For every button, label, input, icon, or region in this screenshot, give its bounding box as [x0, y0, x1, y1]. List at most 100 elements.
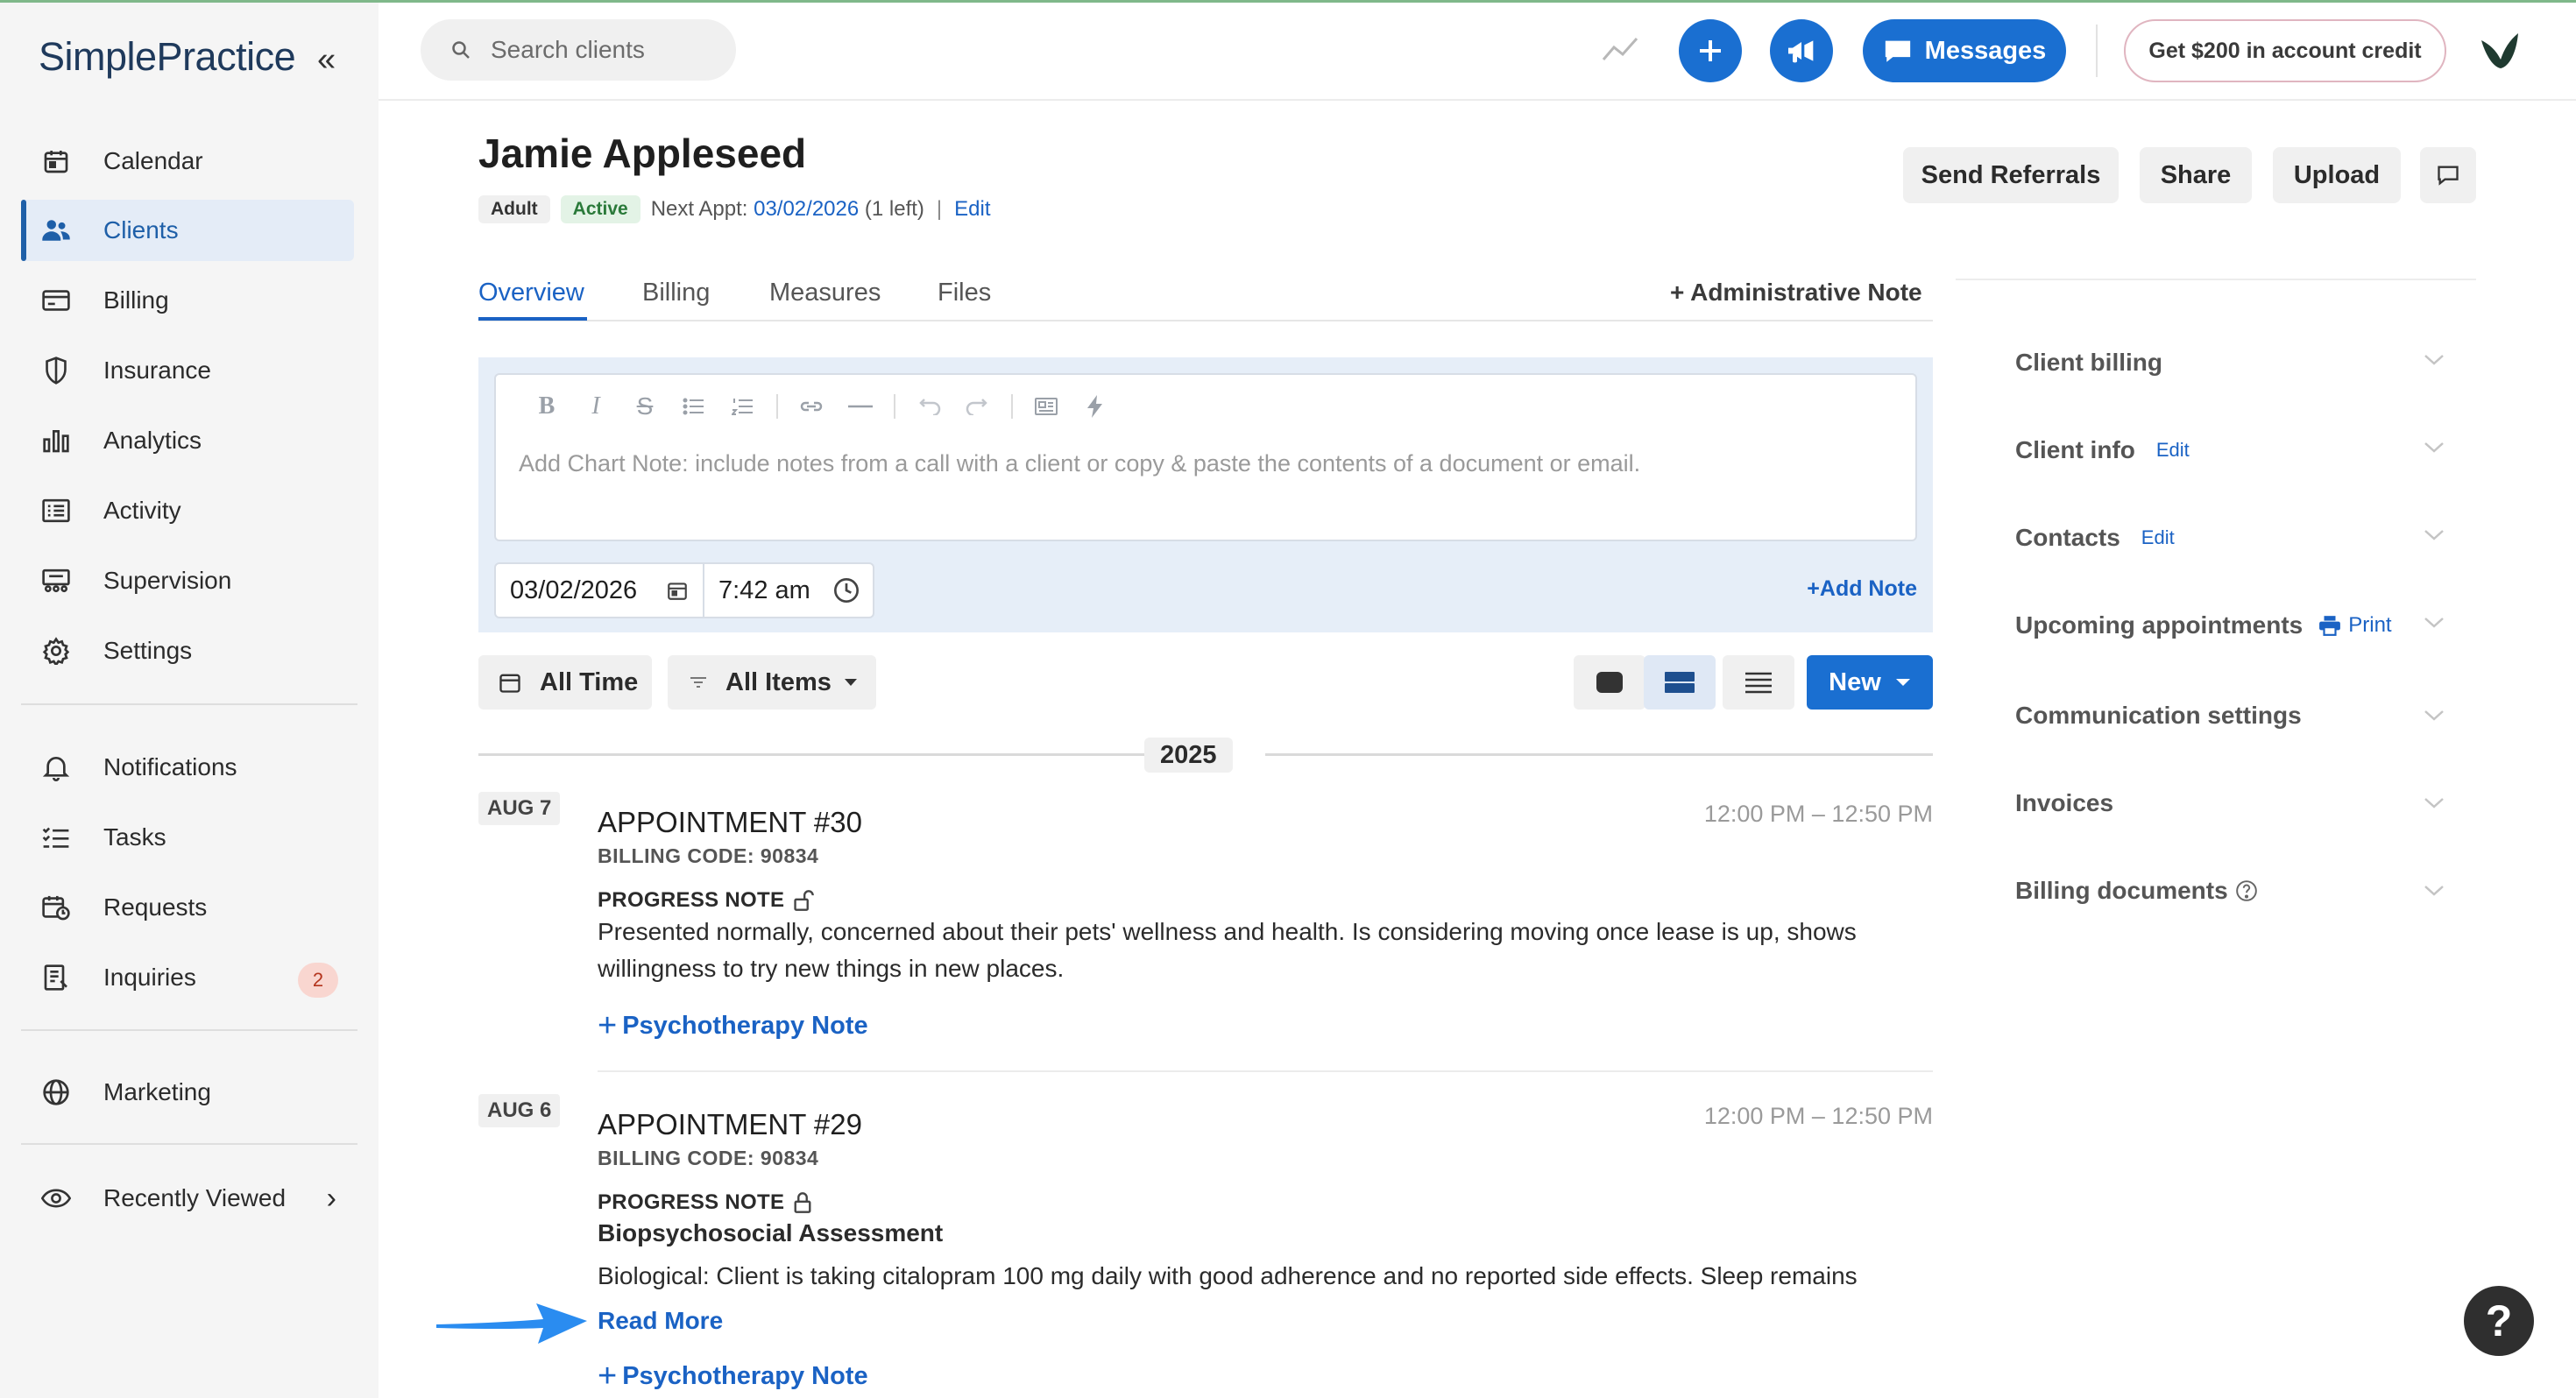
- search-clients-input[interactable]: Search clients: [421, 19, 736, 81]
- items-filter-button[interactable]: All Items: [668, 655, 876, 710]
- sidebar-item-analytics[interactable]: Analytics: [21, 410, 354, 471]
- sidebar-item-billing[interactable]: Billing: [21, 270, 354, 331]
- note-date-input[interactable]: 03/02/2026: [496, 564, 704, 617]
- sidebar-item-recently-viewed[interactable]: Recently Viewed ›: [21, 1168, 354, 1229]
- tab-overview[interactable]: Overview: [478, 279, 584, 307]
- collapse-sidebar-icon[interactable]: «: [317, 41, 336, 79]
- top-accent-line: [0, 0, 2576, 3]
- sidebar-item-activity[interactable]: Activity: [21, 480, 354, 541]
- section-label: Client billing: [2015, 349, 2162, 376]
- sidebar-item-label: Clients: [103, 216, 179, 244]
- print-appointments-link[interactable]: Print: [2318, 613, 2392, 638]
- note-body: Presented normally, concerned about thei…: [598, 918, 1857, 982]
- bold-icon[interactable]: B: [522, 392, 571, 420]
- bullet-list-icon[interactable]: [669, 397, 718, 416]
- client-info-edit-link[interactable]: Edit: [2156, 439, 2190, 462]
- chevron-down-icon[interactable]: [2424, 885, 2445, 897]
- strikethrough-icon[interactable]: S: [620, 392, 669, 420]
- sidebar-item-clients[interactable]: Clients: [21, 200, 354, 261]
- italic-icon[interactable]: I: [571, 392, 620, 420]
- tab-measures[interactable]: Measures: [769, 279, 881, 307]
- comment-button[interactable]: [2420, 147, 2476, 203]
- appointment-title[interactable]: APPOINTMENT #29: [598, 1108, 862, 1141]
- chevron-down-icon[interactable]: [2424, 797, 2445, 809]
- sidebar-item-requests[interactable]: Requests: [21, 877, 354, 938]
- client-status-tag: Active: [560, 195, 640, 223]
- sidebar-item-settings[interactable]: Settings: [21, 620, 354, 681]
- plus-icon: +: [598, 1007, 618, 1044]
- horizontal-rule-icon[interactable]: [836, 404, 885, 409]
- view-list-button[interactable]: [1723, 655, 1794, 710]
- sidebar-item-tasks[interactable]: Tasks: [21, 807, 354, 868]
- lock-icon: [793, 1191, 812, 1214]
- help-button[interactable]: ?: [2464, 1286, 2534, 1356]
- add-button[interactable]: [1679, 19, 1742, 82]
- simplepractice-logo[interactable]: SimplePractice: [39, 34, 296, 80]
- appointment-title[interactable]: APPOINTMENT #30: [598, 806, 862, 839]
- chevron-down-icon[interactable]: [2424, 617, 2445, 629]
- invoices-section[interactable]: Invoices: [2015, 789, 2453, 817]
- sidebar-item-label: Recently Viewed: [103, 1184, 287, 1211]
- upcoming-appointments-section[interactable]: Upcoming appointments Print: [2015, 611, 2453, 639]
- sidebar-item-notifications[interactable]: Notifications: [21, 737, 354, 798]
- profile-leaf-icon[interactable]: [2471, 23, 2527, 83]
- account-credit-button[interactable]: Get $200 in account credit: [2124, 19, 2446, 82]
- tab-billing[interactable]: Billing: [642, 279, 710, 307]
- tab-files[interactable]: Files: [938, 279, 991, 307]
- help-circle-icon[interactable]: [2235, 879, 2258, 902]
- add-psychotherapy-note-button[interactable]: + Psychotherapy Note: [598, 1009, 868, 1042]
- caret-down-icon: [844, 679, 857, 686]
- send-referrals-button[interactable]: Send Referrals: [1903, 147, 2119, 203]
- client-meta: Adult Active Next Appt: 03/02/2026 (1 le…: [478, 194, 991, 224]
- next-appt-date-link[interactable]: 03/02/2026: [754, 197, 859, 222]
- lightning-icon[interactable]: [1071, 395, 1120, 418]
- chevron-down-icon[interactable]: [2424, 710, 2445, 722]
- meta-separator: |: [936, 197, 943, 221]
- numbered-list-icon[interactable]: [718, 397, 768, 416]
- sidebar-item-marketing[interactable]: Marketing: [21, 1062, 354, 1123]
- share-button[interactable]: Share: [2140, 147, 2252, 203]
- search-placeholder: Search clients: [491, 36, 645, 63]
- billing-documents-section[interactable]: Billing documents: [2015, 877, 2453, 905]
- chevron-down-icon[interactable]: [2424, 354, 2445, 366]
- sidebar-item-calendar[interactable]: Calendar: [21, 131, 354, 192]
- chevron-down-icon[interactable]: [2424, 529, 2445, 541]
- undo-icon[interactable]: [904, 398, 953, 415]
- entry-date-chip: AUG 7: [478, 792, 561, 825]
- messages-button[interactable]: Messages: [1863, 19, 2066, 82]
- communication-settings-section[interactable]: Communication settings: [2015, 702, 2453, 730]
- progress-note-label[interactable]: PROGRESS NOTE: [598, 888, 815, 913]
- progress-note-label[interactable]: PROGRESS NOTE: [598, 1190, 812, 1215]
- client-info-section[interactable]: Client info Edit: [2015, 436, 2453, 464]
- read-more-link[interactable]: Read More: [598, 1307, 734, 1335]
- sidebar-item-supervision[interactable]: Supervision: [21, 550, 354, 611]
- new-button[interactable]: New: [1807, 655, 1933, 710]
- note-time-input[interactable]: 7:42 am: [704, 564, 873, 617]
- add-note-button[interactable]: +Add Note: [1807, 576, 1917, 602]
- sidebar-item-insurance[interactable]: Insurance: [21, 340, 354, 401]
- redo-icon[interactable]: [953, 398, 1002, 415]
- toolbar-separator: [776, 394, 778, 419]
- announcements-button[interactable]: [1770, 19, 1833, 82]
- chart-note-editor[interactable]: B I S Add Chart Note: include notes from…: [494, 373, 1917, 541]
- sidebar-item-inquiries[interactable]: Inquiries 2: [21, 947, 354, 1008]
- add-psychotherapy-note-button[interactable]: + Psychotherapy Note: [598, 1359, 868, 1393]
- calendar-icon: [668, 582, 687, 600]
- new-label: New: [1829, 667, 1881, 696]
- section-label: Contacts: [2015, 524, 2120, 551]
- client-billing-section[interactable]: Client billing: [2015, 349, 2453, 377]
- template-icon[interactable]: [1022, 397, 1071, 416]
- time-filter-button[interactable]: All Time: [478, 655, 652, 710]
- chat-icon: [1883, 37, 1913, 65]
- print-label: Print: [2348, 613, 2392, 637]
- chevron-down-icon[interactable]: [2424, 441, 2445, 454]
- contacts-edit-link[interactable]: Edit: [2141, 526, 2175, 549]
- administrative-note-button[interactable]: + Administrative Note: [1670, 279, 1922, 307]
- contacts-section[interactable]: Contacts Edit: [2015, 524, 2453, 552]
- trend-icon[interactable]: [1600, 33, 1640, 69]
- view-expanded-button[interactable]: [1644, 655, 1716, 710]
- upload-button[interactable]: Upload: [2273, 147, 2401, 203]
- edit-client-link[interactable]: Edit: [954, 197, 990, 222]
- link-icon[interactable]: [787, 398, 836, 415]
- view-cards-button[interactable]: [1574, 655, 1645, 710]
